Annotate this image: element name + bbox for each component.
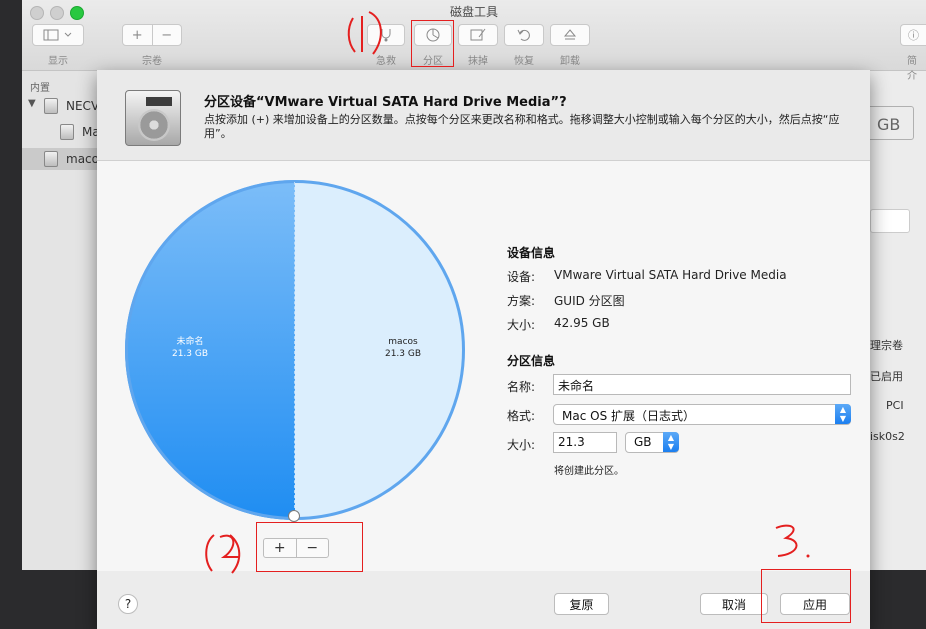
restore-label: 恢复: [514, 56, 534, 67]
format-value: Mac OS 扩展（日志式）: [562, 409, 695, 423]
format-label: 格式:: [507, 409, 536, 423]
disclosure-triangle-icon[interactable]: ▼: [28, 98, 36, 109]
sidebar-item-macos[interactable]: macos: [22, 148, 97, 170]
device-label: 设备:: [507, 270, 536, 284]
sidebar-item-label: macos: [66, 152, 97, 166]
restore-button[interactable]: [504, 24, 544, 46]
toolbar: 磁盘工具 显示 + − 宗卷 急救 分区 抹掉 恢复 卸载 ⓘ 简介: [22, 0, 926, 82]
info-fragment: isk0s2: [870, 430, 905, 443]
device-size-value: 42.95 GB: [554, 316, 610, 330]
partition-info-heading: 分区信息: [507, 354, 556, 368]
volume-button-group: + −: [122, 24, 182, 46]
sheet-title: 分区设备“VMware Virtual SATA Hard Drive Medi…: [204, 95, 567, 110]
format-popup[interactable]: Mac OS 扩展（日志式） ▲ ▼: [553, 404, 851, 425]
annotation-handwritten-1: [347, 11, 382, 55]
hard-disk-icon: [44, 151, 58, 167]
popup-arrows-icon: ▲ ▼: [663, 432, 679, 452]
name-label: 名称:: [507, 380, 536, 394]
slice-name: macos: [388, 337, 418, 347]
view-label: 显示: [48, 56, 68, 67]
annotation-handwritten-3: [775, 524, 810, 558]
annotation-handwritten-2: [205, 534, 241, 574]
restore-arrow-icon: [517, 29, 530, 41]
erase-icon: [470, 28, 486, 41]
info-label: 简介: [907, 56, 917, 82]
hard-drive-icon: [125, 90, 181, 146]
size-label: 大小:: [507, 438, 536, 452]
sidebar-item-label: Ma: [82, 125, 97, 139]
annotation-box-apply: [761, 569, 851, 623]
size-unit-popup[interactable]: GB ▲ ▼: [625, 432, 679, 453]
annotation-box-partition: [411, 20, 454, 67]
slice-label-unnamed: 未命名 21.3 GB: [140, 336, 240, 360]
info-button[interactable]: ⓘ: [900, 24, 926, 46]
slice-name: 未命名: [176, 337, 204, 347]
annotation-box-add-remove: [256, 522, 363, 572]
sidebar-item-volume[interactable]: Ma: [22, 121, 97, 143]
delete-volume-button[interactable]: −: [153, 28, 182, 43]
slice-size: 21.3 GB: [171, 349, 209, 359]
info-icon: ⓘ: [908, 29, 919, 42]
help-button[interactable]: ?: [118, 594, 138, 614]
unmount-label: 卸载: [560, 56, 580, 67]
info-fragment: PCI: [886, 399, 904, 412]
scheme-value: GUID 分区图: [554, 294, 625, 308]
pie-divider: [294, 182, 295, 518]
partition-note: 将创建此分区。: [554, 466, 624, 477]
info-fragment: 已启用: [870, 370, 903, 383]
volume-icon: [60, 124, 74, 140]
background-field: [870, 209, 910, 233]
partition-pie-chart[interactable]: 未命名 21.3 GB macos 21.3 GB: [125, 180, 465, 522]
add-volume-button[interactable]: +: [123, 28, 152, 43]
sidebar-item-label: NECV: [66, 99, 97, 113]
slice-size: 21.3 GB: [384, 349, 422, 359]
info-fragment: 理宗卷: [870, 339, 903, 352]
slice-label-macos: macos 21.3 GB: [353, 336, 453, 360]
sidebar-section-internal: 内置: [30, 83, 50, 94]
erase-label: 抹掉: [468, 56, 488, 67]
cancel-button[interactable]: 取消: [700, 593, 768, 615]
eject-icon: [563, 29, 577, 40]
device-size-label: 大小:: [507, 318, 536, 332]
volume-label: 宗卷: [142, 56, 162, 67]
device-value: VMware Virtual SATA Hard Drive Media: [554, 268, 787, 282]
sheet-description: 点按添加 (+) 来增加设备上的分区数量。点按每个分区来更改名称和格式。拖移调整…: [204, 113, 840, 140]
sheet-header: 分区设备“VMware Virtual SATA Hard Drive Medi…: [97, 70, 870, 161]
device-info-heading: 设备信息: [507, 246, 556, 260]
revert-button[interactable]: 复原: [554, 593, 609, 615]
hard-disk-icon: [44, 98, 58, 114]
unmount-button[interactable]: [550, 24, 590, 46]
unit-value: GB: [634, 435, 652, 449]
erase-button[interactable]: [458, 24, 498, 46]
sidebar-view-icon: [43, 29, 72, 41]
sidebar-item-disk[interactable]: ▼ NECV: [22, 95, 97, 117]
partition-name-field[interactable]: 未命名: [553, 374, 851, 395]
resize-handle[interactable]: [288, 510, 300, 522]
window-title: 磁盘工具: [449, 5, 498, 19]
capacity-fragment: GB: [864, 106, 914, 140]
sidebar: 内置 ▼ NECV Ma macos: [22, 71, 97, 570]
popup-arrows-icon: ▲ ▼: [835, 404, 851, 424]
partition-size-field[interactable]: 21.3: [553, 432, 617, 453]
view-button[interactable]: [32, 24, 84, 46]
scheme-label: 方案:: [507, 294, 536, 308]
